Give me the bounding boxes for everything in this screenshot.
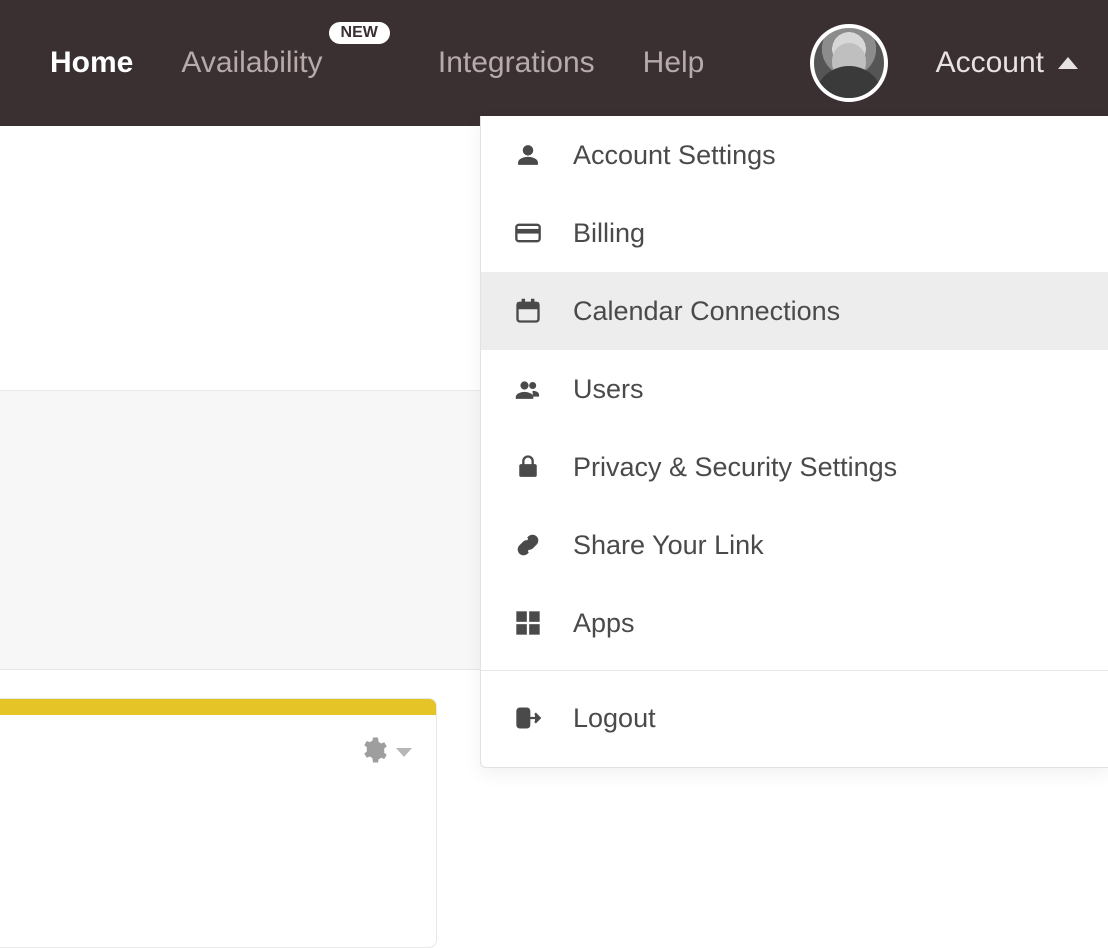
nav-home-label: Home [50,46,133,80]
menu-item-label: Account Settings [573,140,776,171]
menu-item-share-link[interactable]: Share Your Link [481,506,1108,584]
billing-icon [511,216,545,250]
nav-availability-label: Availability [181,46,322,80]
menu-item-label: Users [573,374,644,405]
nav-help-label: Help [643,46,705,80]
account-dropdown: Account Settings Billing Calendar Connec… [480,116,1108,768]
caret-up-icon [1058,57,1078,69]
person-icon [511,138,545,172]
event-card[interactable] [0,698,437,948]
menu-item-apps[interactable]: Apps [481,584,1108,662]
nav-account-label: Account [936,46,1044,80]
gear-icon [358,735,388,770]
nav-home[interactable]: Home [50,46,133,80]
nav-availability-badge: NEW [329,22,390,44]
account-dropdown-trigger[interactable]: Account [936,46,1078,80]
nav-integrations-label: Integrations [438,46,595,80]
link-icon [511,528,545,562]
page-section [0,390,484,670]
nav-help[interactable]: Help [643,46,705,80]
top-nav: Home Availability NEW Integrations Help … [0,0,1108,126]
menu-item-label: Billing [573,218,645,249]
menu-item-label: Privacy & Security Settings [573,452,897,483]
calendar-icon [511,294,545,328]
menu-item-label: Logout [573,703,656,734]
menu-item-account-settings[interactable]: Account Settings [481,116,1108,194]
card-settings-button[interactable] [358,735,412,770]
users-icon [511,372,545,406]
menu-item-label: Share Your Link [573,530,764,561]
menu-item-privacy-security[interactable]: Privacy & Security Settings [481,428,1108,506]
chevron-down-icon [396,748,412,757]
menu-item-calendar-connections[interactable]: Calendar Connections [481,272,1108,350]
avatar[interactable] [810,24,888,102]
menu-item-label: Calendar Connections [573,296,840,327]
menu-item-logout[interactable]: Logout [481,679,1108,757]
lock-icon [511,450,545,484]
menu-divider [481,670,1108,671]
card-accent-bar [0,699,436,715]
apps-icon [511,606,545,640]
menu-item-label: Apps [573,608,635,639]
menu-item-users[interactable]: Users [481,350,1108,428]
menu-item-billing[interactable]: Billing [481,194,1108,272]
nav-availability[interactable]: Availability NEW [181,46,390,80]
nav-integrations[interactable]: Integrations [438,46,595,80]
logout-icon [511,701,545,735]
